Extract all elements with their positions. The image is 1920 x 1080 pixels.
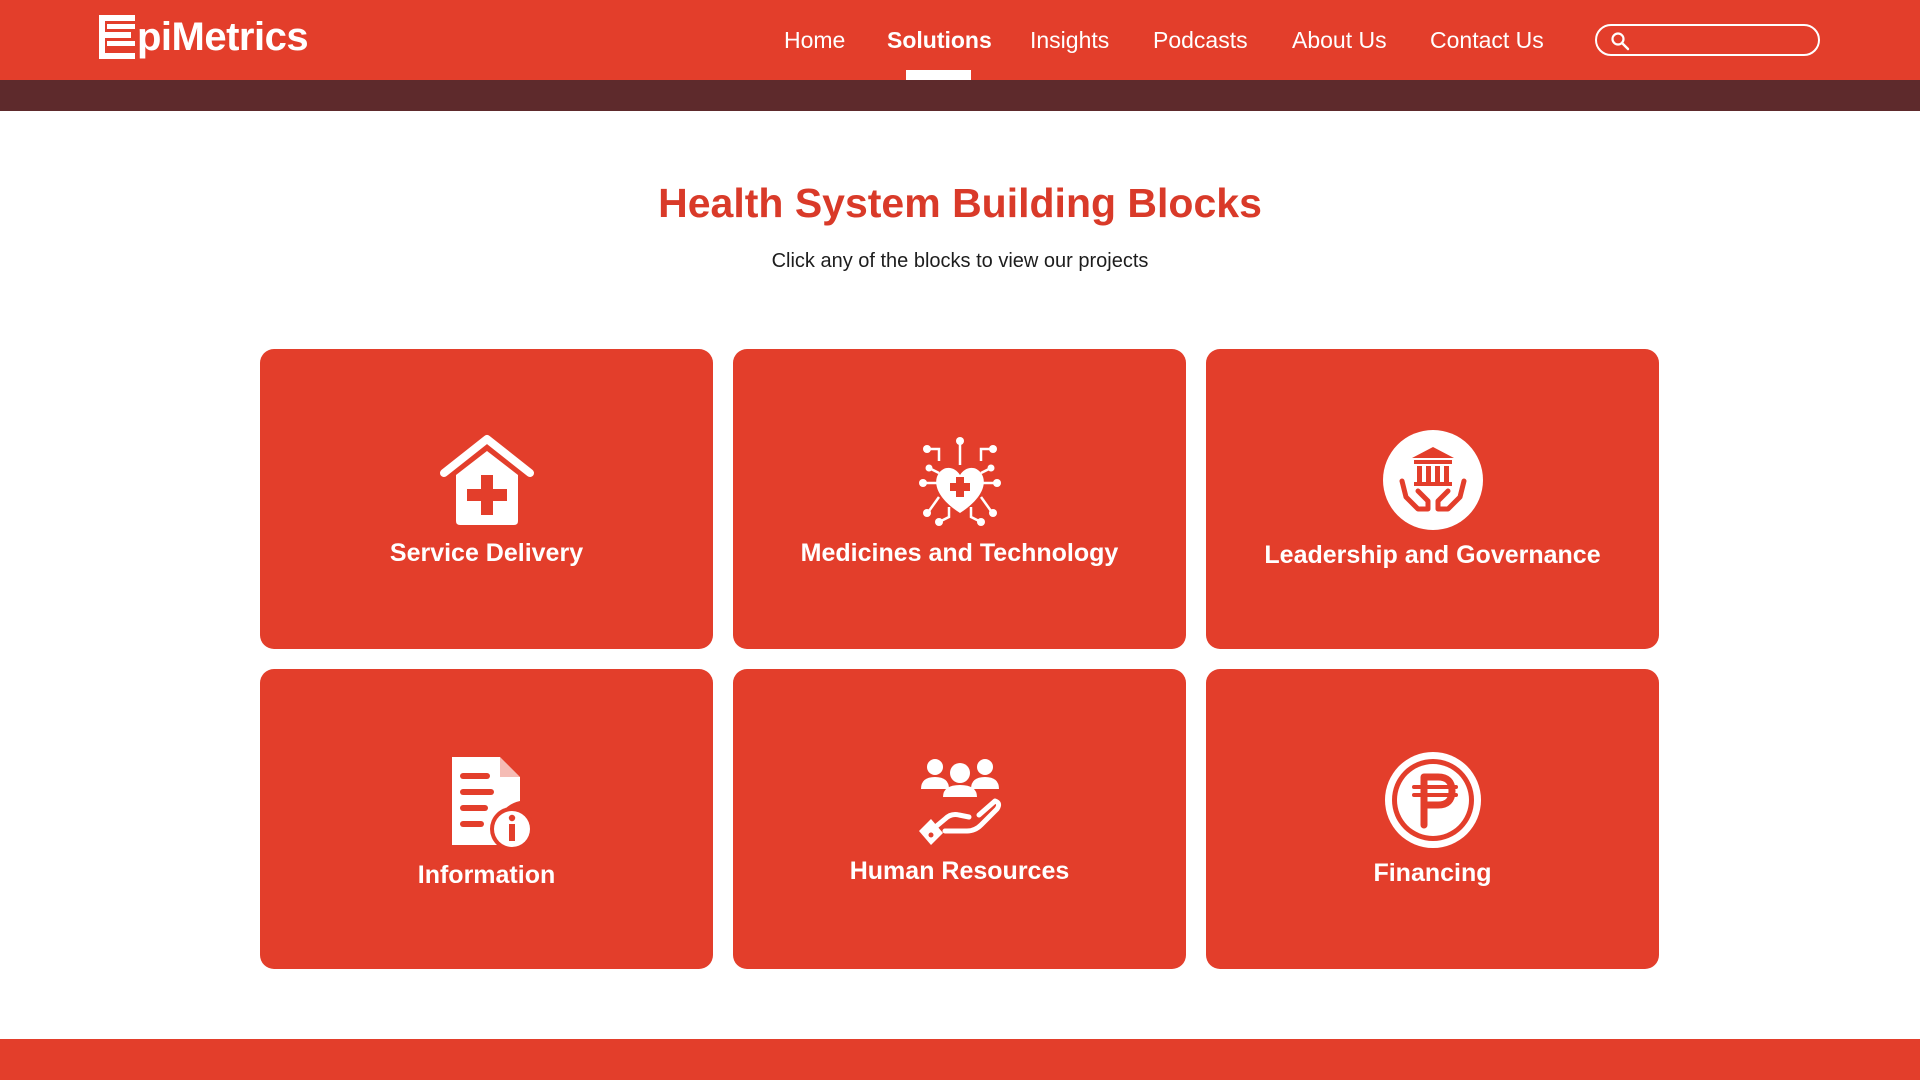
search-icon[interactable] [1610, 31, 1630, 51]
header-band [0, 80, 1920, 111]
block-medicines-technology[interactable]: Medicines and Technology [733, 349, 1186, 649]
page-subtitle: Click any of the blocks to view our proj… [771, 250, 1149, 272]
block-human-resources[interactable]: Human Resources [733, 669, 1186, 969]
nav-insights[interactable]: Insights [1030, 27, 1109, 54]
site-header: piMetrics Home Solutions Insights Podcas… [0, 0, 1920, 80]
nav-solutions[interactable]: Solutions [887, 27, 992, 54]
page-title: Health System Building Blocks [658, 180, 1262, 226]
nav-podcasts[interactable]: Podcasts [1153, 27, 1248, 54]
hospital-icon [432, 425, 542, 535]
block-leadership-governance[interactable]: Leadership and Governance [1206, 349, 1659, 649]
nav-contact-us[interactable]: Contact Us [1430, 27, 1544, 54]
block-financing[interactable]: Financing [1206, 669, 1659, 969]
people-hand-icon [905, 745, 1015, 855]
hands-building-icon [1378, 425, 1488, 535]
search-input[interactable] [1637, 28, 1812, 52]
building-blocks-grid: Service Delivery Medicines and Technolog… [260, 349, 1660, 969]
nav-home[interactable]: Home [784, 27, 845, 54]
footer-band [0, 1039, 1920, 1080]
heart-network-icon [905, 425, 1015, 535]
nav-about-us[interactable]: About Us [1292, 27, 1387, 54]
block-label: Information [417, 861, 556, 889]
search-box[interactable] [1595, 24, 1820, 56]
block-label: Medicines and Technology [800, 539, 1119, 567]
block-information[interactable]: Information [260, 669, 713, 969]
block-label: Human Resources [849, 857, 1070, 885]
block-label: Financing [1373, 859, 1492, 887]
block-label: Leadership and Governance [1264, 541, 1601, 569]
active-nav-indicator [906, 70, 971, 80]
block-service-delivery[interactable]: Service Delivery [260, 349, 713, 649]
block-label: Service Delivery [389, 539, 584, 567]
document-info-icon [432, 745, 542, 855]
peso-coin-icon [1378, 745, 1488, 855]
